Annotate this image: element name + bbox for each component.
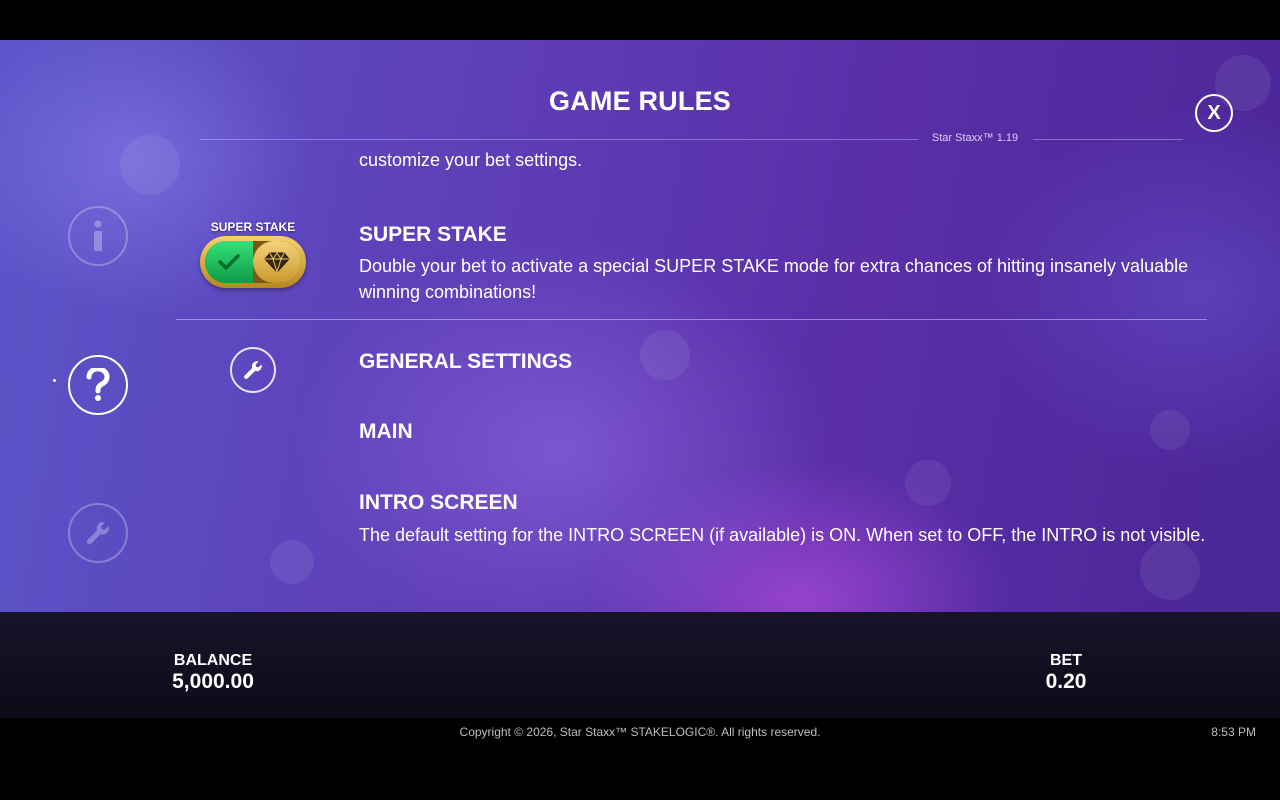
intro-screen-heading: INTRO SCREEN <box>359 491 518 514</box>
super-stake-description: Double your bet to activate a special SU… <box>359 256 1189 302</box>
balance-label: BALANCE <box>173 652 253 669</box>
title-underline-left <box>200 139 918 140</box>
balance-value: 5,000.00 <box>172 670 254 693</box>
footer: Copyright © 2026, Star Staxx™ STAKELOGIC… <box>0 718 1280 800</box>
intro-screen-description: The default setting for the INTRO SCREEN… <box>359 525 1206 545</box>
question-icon <box>86 368 110 401</box>
wrench-icon <box>230 347 276 393</box>
super-stake-heading: SUPER STAKE <box>359 223 507 246</box>
close-button[interactable]: X <box>1195 94 1233 132</box>
section-divider <box>176 319 1207 320</box>
checkmark-icon <box>205 241 253 283</box>
close-icon: X <box>1207 101 1221 124</box>
game-rules-panel: customize your bet settings. SUPER STAKE… <box>0 40 1280 612</box>
bet-label: BET <box>1050 652 1082 669</box>
bet-display: BET 0.20 <box>1026 652 1106 694</box>
active-indicator-dot <box>53 379 56 382</box>
info-icon <box>94 220 102 251</box>
sidebar-help-button[interactable] <box>68 355 128 415</box>
top-black-bar <box>0 0 1280 40</box>
super-stake-toggle-icon <box>200 236 306 288</box>
bottom-status-bar: BALANCE 5,000.00 BET 0.20 <box>0 612 1280 718</box>
rules-content: customize your bet settings. SUPER STAKE… <box>0 40 1280 612</box>
wrench-icon <box>86 522 109 545</box>
sidebar-settings-button[interactable] <box>68 503 128 563</box>
diamond-icon <box>253 241 301 283</box>
general-settings-heading: GENERAL SETTINGS <box>359 350 573 373</box>
bet-value: 0.20 <box>1045 670 1087 693</box>
previous-section-text: customize your bet settings. <box>359 150 583 170</box>
clock: 8:53 PM <box>1211 725 1256 739</box>
copyright-text: Copyright © 2026, Star Staxx™ STAKELOGIC… <box>459 725 821 739</box>
main-heading: MAIN <box>359 420 413 443</box>
page-title: GAME RULES <box>548 86 731 116</box>
title-underline-right <box>1033 139 1183 140</box>
game-version-label: Star Staxx™ 1.19 <box>931 132 1019 144</box>
balance-display: BALANCE 5,000.00 <box>153 652 273 694</box>
super-stake-badge-label: SUPER STAKE <box>210 220 296 234</box>
sidebar-info-button[interactable] <box>68 206 128 266</box>
